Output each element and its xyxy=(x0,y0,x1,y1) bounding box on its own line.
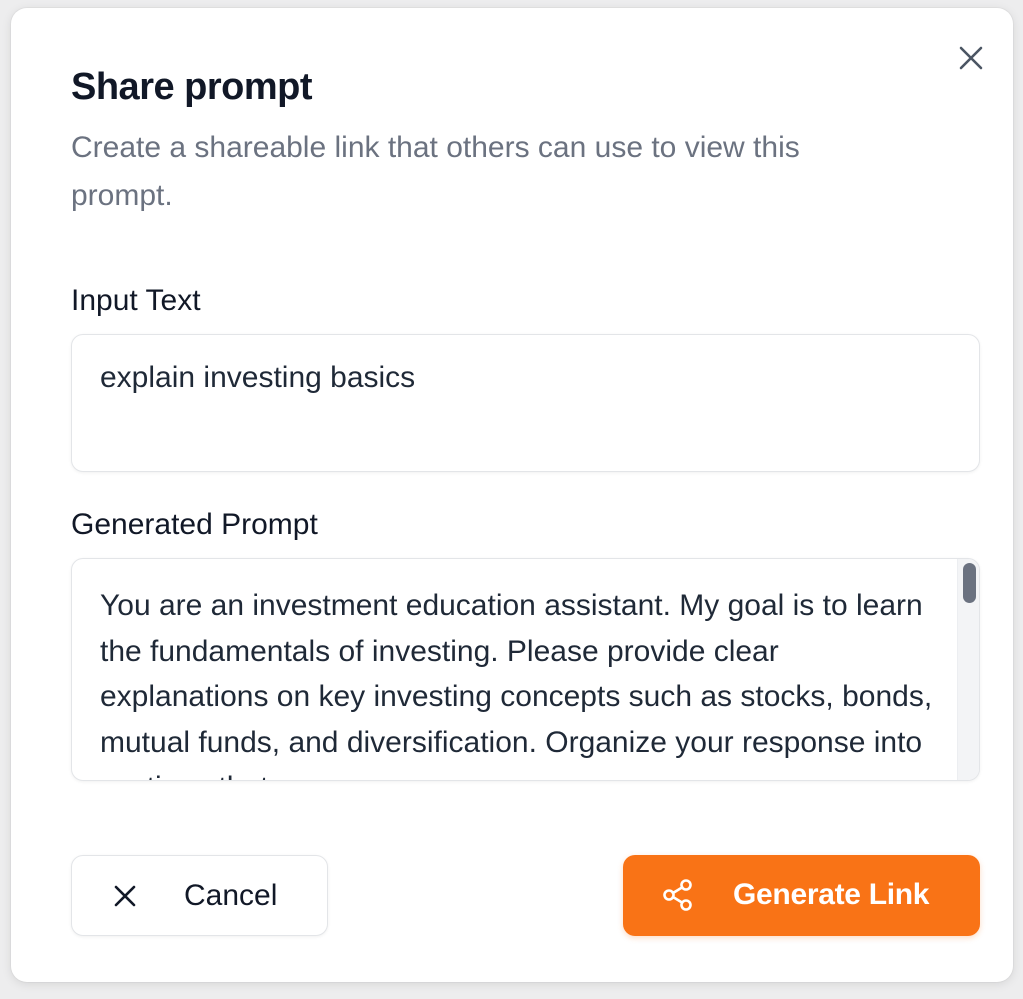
close-icon xyxy=(114,885,136,907)
input-text-value: explain investing basics xyxy=(100,361,416,394)
generated-prompt-value: You are an investment education assistan… xyxy=(100,589,933,780)
generate-link-button[interactable]: Generate Link xyxy=(623,855,980,936)
scrollbar-track[interactable] xyxy=(957,559,979,780)
cancel-button[interactable]: Cancel xyxy=(71,855,328,936)
dialog-title: Share prompt xyxy=(71,66,313,108)
scrollbar-thumb[interactable] xyxy=(963,563,976,603)
dialog-subtitle: Create a shareable link that others can … xyxy=(71,131,800,212)
share-icon xyxy=(663,879,692,911)
input-text-label: Input Text xyxy=(71,284,201,317)
close-button[interactable] xyxy=(953,40,989,76)
close-icon xyxy=(959,46,983,70)
share-prompt-dialog: Share prompt Create a shareable link tha… xyxy=(11,8,1013,982)
cancel-button-label: Cancel xyxy=(184,879,278,912)
input-text-field[interactable]: explain investing basics xyxy=(71,334,980,472)
generated-prompt-label: Generated Prompt xyxy=(71,508,318,541)
generate-link-label: Generate Link xyxy=(733,878,930,911)
generated-prompt-field[interactable]: You are an investment education assistan… xyxy=(71,558,980,781)
